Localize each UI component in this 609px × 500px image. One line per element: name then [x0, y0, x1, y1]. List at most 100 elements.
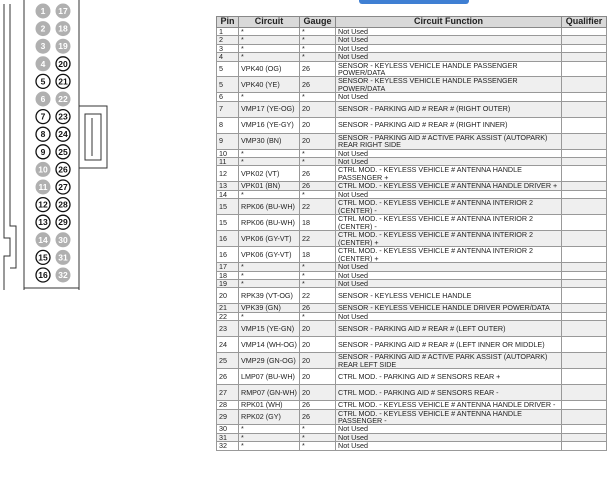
table-row: 15 RPK06 (BU-WH) 22 CTRL MOD. - KEYLESS VEH… [216, 198, 607, 216]
cell-gauge: 26 [299, 408, 336, 426]
cell-circuit: * [238, 35, 300, 45]
connector-pin: 11 [35, 179, 51, 195]
cell-qualifier [561, 181, 607, 191]
pin-label: 11 [39, 182, 48, 192]
cell-qualifier [561, 311, 607, 322]
cell-circuit: VMP16 (YE-GY) [238, 116, 300, 134]
cell-circuit: VPK40 (YE) [238, 76, 300, 94]
cell-function: Not Used [335, 148, 562, 159]
cell-pin: 14 [216, 189, 239, 200]
table-row: 25 VMP29 (GN-OG) 20 SENSOR - PARKING AID # … [216, 352, 607, 370]
cell-gauge: 20 [299, 100, 336, 118]
cell-qualifier [561, 132, 607, 150]
pin-label: 12 [38, 200, 48, 210]
cell-gauge: * [299, 43, 336, 54]
cell-gauge: * [299, 424, 336, 434]
cell-function: CTRL MOD. - KEYLESS VEHICLE # ANTENNA HA… [335, 400, 562, 410]
pin-label: 24 [58, 129, 68, 139]
connector-housing [3, 0, 108, 290]
connector-pin: 19 [55, 38, 71, 54]
cell-qualifier [561, 43, 607, 54]
cell-gauge: 20 [299, 368, 336, 386]
connector-pin: 10 [35, 161, 51, 177]
pin-label: 2 [41, 24, 46, 34]
cell-gauge: * [299, 157, 336, 167]
cell-function: CTRL MOD. - KEYLESS VEHICLE # ANTENNA IN… [335, 246, 562, 264]
table-header-row: Pin Circuit Gauge Circuit Function Quali… [216, 16, 607, 28]
cell-gauge: 18 [299, 246, 336, 264]
connector-pin: 15 [35, 249, 51, 266]
cell-function: CTRL MOD. - KEYLESS VEHICLE # ANTENNA IN… [335, 198, 562, 216]
connector-pin: 31 [55, 249, 71, 265]
cell-function: Not Used [335, 26, 562, 37]
cell-qualifier [561, 368, 607, 386]
cell-circuit: RPK39 (VT-OG) [238, 287, 300, 305]
connector-pin: 5 [35, 73, 51, 90]
header-pin: Pin [216, 16, 239, 28]
cell-circuit: VMP17 (YE-OG) [238, 100, 300, 118]
table-row: 21 VPK39 (GN) 26 SENSOR - KEYLESS VEHICLE H… [216, 303, 607, 313]
cell-circuit: * [238, 52, 300, 62]
cell-function: SENSOR - KEYLESS VEHICLE HANDLE PASSENGE… [335, 60, 562, 78]
table-row: 24 VMP14 (WH-OG) 20 SENSOR - PARKING AID # … [216, 336, 607, 354]
cell-pin: 28 [216, 400, 239, 410]
cell-circuit: * [238, 26, 300, 37]
cell-qualifier [561, 246, 607, 264]
table-row: 14 * * Not Used [216, 189, 607, 200]
connector-pin: 28 [55, 196, 71, 213]
cell-pin: 30 [216, 424, 239, 434]
cell-function: Not Used [335, 35, 562, 45]
cell-pin: 15 [216, 214, 239, 232]
pin-label: 23 [58, 112, 68, 122]
cell-qualifier [561, 165, 607, 183]
table-row: 30 * * Not Used [216, 424, 607, 434]
pin-label: 5 [41, 76, 46, 86]
cell-circuit: * [238, 157, 300, 167]
cell-gauge: 20 [299, 132, 336, 150]
cell-gauge: 20 [299, 384, 336, 402]
table-row: 22 * * Not Used [216, 311, 607, 322]
connector-pin: 24 [55, 126, 71, 142]
cell-pin: 21 [216, 303, 239, 313]
cell-gauge: 20 [299, 320, 336, 338]
cell-qualifier [561, 76, 607, 94]
pin-label: 19 [58, 41, 68, 51]
pin-label: 32 [58, 270, 68, 280]
cell-qualifier [561, 92, 607, 102]
pin-label: 28 [58, 200, 68, 210]
cell-gauge: 18 [299, 214, 336, 232]
pin-label: 10 [38, 164, 48, 174]
cell-gauge: 26 [299, 60, 336, 78]
cell-qualifier [561, 287, 607, 305]
cell-gauge: * [299, 148, 336, 159]
cell-circuit: * [238, 43, 300, 54]
cell-gauge: * [299, 432, 336, 443]
pin-label: 31 [58, 252, 68, 262]
cell-function: Not Used [335, 262, 562, 272]
cell-pin: 23 [216, 320, 239, 338]
pin-label: 21 [58, 76, 68, 86]
cell-function: SENSOR - KEYLESS VEHICLE HANDLE PASSENGE… [335, 76, 562, 94]
connector-pin: 9 [35, 144, 51, 160]
cell-circuit: VMP30 (BN) [238, 132, 300, 150]
cell-function: SENSOR - PARKING AID # REAR # (LEFT OUTE… [335, 320, 562, 338]
table-row: 27 RMP07 (GN-WH) 20 CTRL MOD. - PARKING AID… [216, 384, 607, 402]
cell-pin: 27 [216, 384, 239, 402]
pin-label: 22 [58, 94, 68, 104]
cell-pin: 1 [216, 26, 239, 37]
table-row: 26 LMP07 (BU-WH) 20 CTRL MOD. - PARKING AID… [216, 368, 607, 386]
cell-circuit: * [238, 311, 300, 322]
cell-pin: 16 [216, 246, 239, 264]
pin-label: 18 [58, 24, 68, 34]
table-row: 6 * * Not Used [216, 92, 607, 102]
pin-label: 30 [58, 235, 68, 245]
table-row: 20 RPK39 (VT-OG) 22 SENSOR - KEYLESS VEHICL… [216, 287, 607, 305]
table-row: 12 VPK02 (VT) 26 CTRL MOD. - KEYLESS VEHICL… [216, 165, 607, 183]
pin-table-body: 1 * * Not Used 2 * * Not Used 3 * * Not Used 4 * * Not … [216, 26, 607, 451]
cell-pin: 5 [216, 60, 239, 78]
cell-pin: 32 [216, 441, 239, 451]
cell-qualifier [561, 336, 607, 354]
table-row: 15 RPK06 (BU-WH) 18 CTRL MOD. - KEYLESS VEH… [216, 214, 607, 232]
cell-qualifier [561, 52, 607, 62]
cell-function: Not Used [335, 441, 562, 451]
